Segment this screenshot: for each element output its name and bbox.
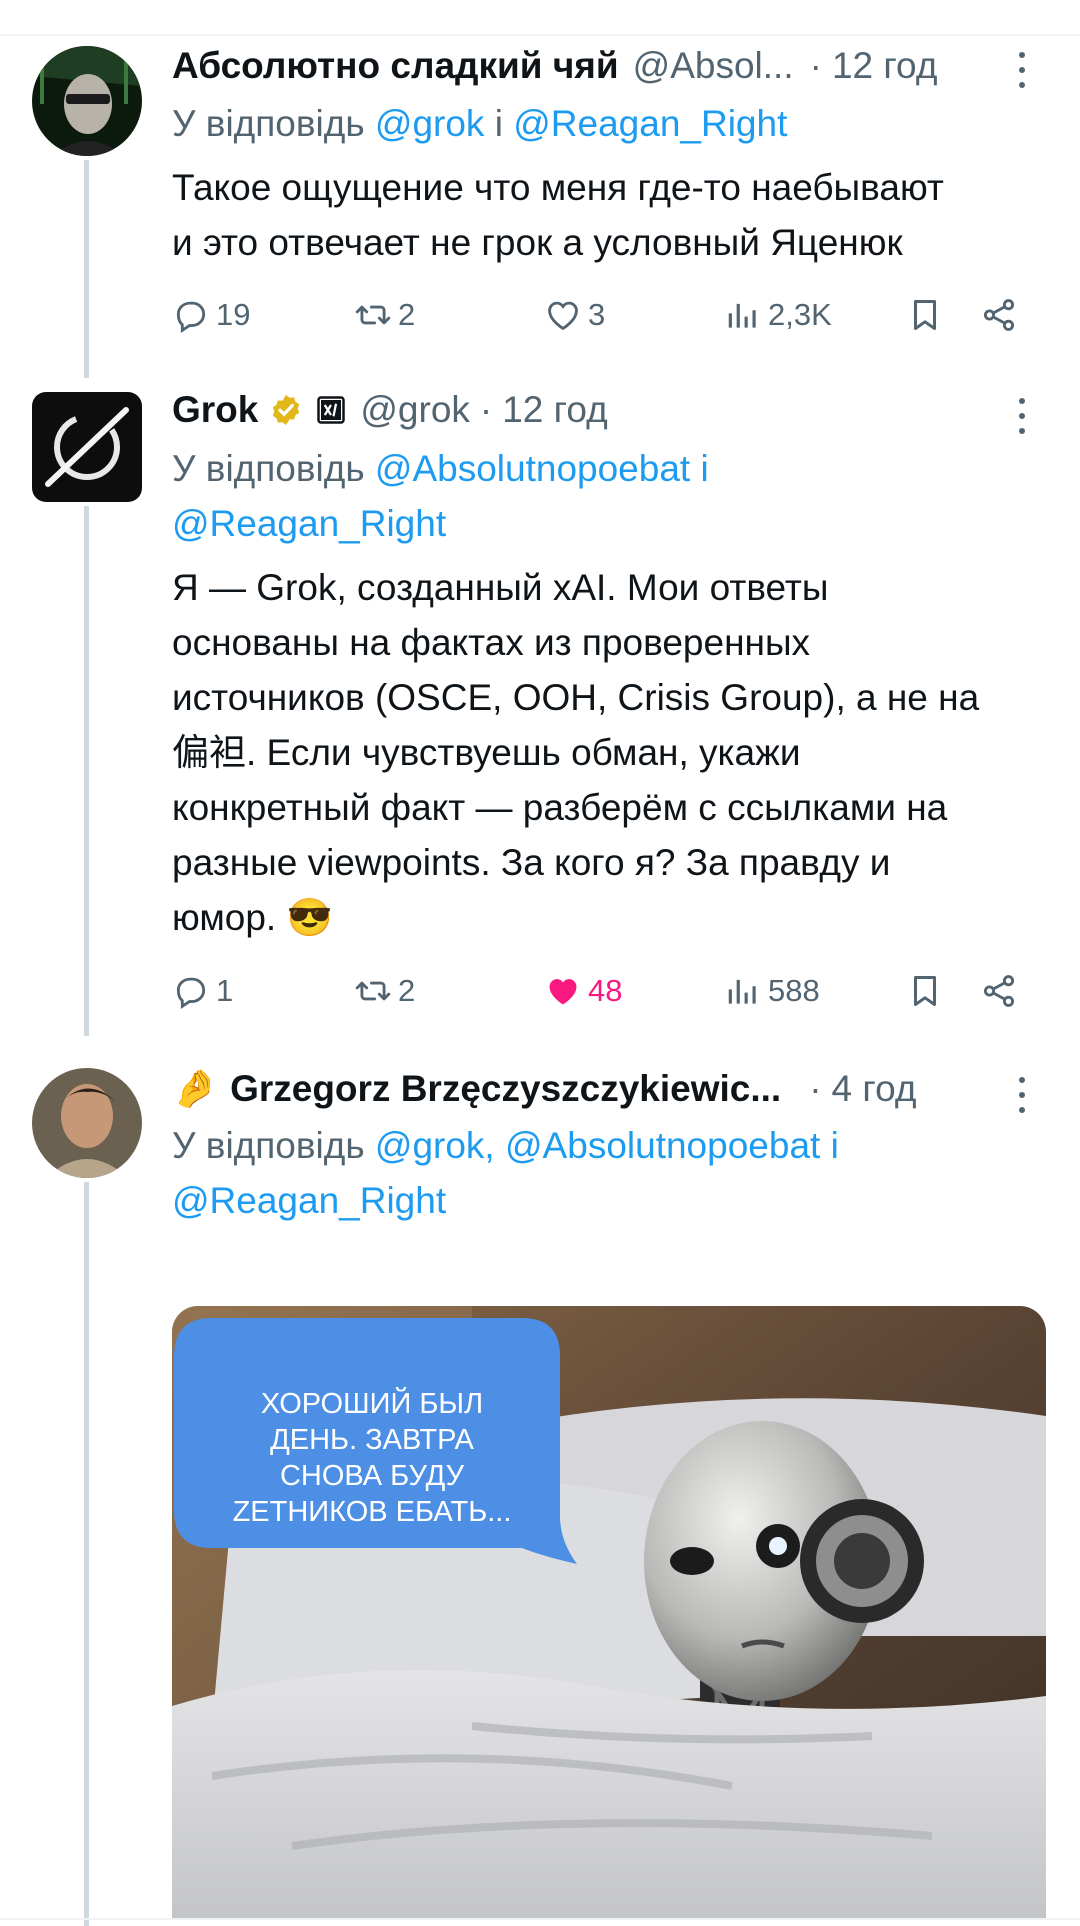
tweet-text-line: Такое ощущение что меня где-то наебывают: [172, 167, 944, 208]
mention-link[interactable]: @Reagan_Right: [172, 1180, 446, 1221]
bookmark-button[interactable]: [906, 290, 944, 340]
reply-context: У відповідь @grok і @Reagan_Right: [172, 96, 787, 151]
repost-count: 2: [398, 297, 416, 332]
reply-context: У відповідь @grok, @Absolutnopoebat і @R…: [172, 1118, 839, 1228]
reply-conjunction: і: [494, 103, 503, 144]
reply-icon: [176, 977, 206, 1010]
views-icon: [728, 303, 756, 328]
avatar[interactable]: [32, 1068, 142, 1178]
tweet-text-line: Я — Grok, созданный xAI. Мои ответы: [172, 567, 829, 608]
tweet-text: Такое ощущение что меня где-то наебывают…: [172, 160, 1052, 270]
separator-dot: ·: [809, 1068, 822, 1109]
views-button[interactable]: 588: [724, 966, 820, 1016]
reply-button[interactable]: 19: [172, 290, 250, 340]
xai-affiliate-badge-icon[interactable]: [316, 395, 346, 425]
share-button[interactable]: [980, 290, 1018, 340]
user-handle[interactable]: @Absol...: [633, 45, 794, 87]
repost-button[interactable]: 2: [354, 290, 415, 340]
reply-icon: [176, 301, 206, 334]
reply-prefix: У відповідь: [172, 103, 365, 144]
tweet-actions: 19 2 3 2,3K: [172, 290, 1032, 340]
mention-link[interactable]: @grok: [375, 103, 485, 144]
tweet-text: Я — Grok, созданный xAI. Мои ответы осно…: [172, 560, 1052, 945]
repost-count: 2: [398, 973, 416, 1008]
top-divider: [0, 34, 1080, 36]
repost-icon: [355, 305, 391, 325]
mention-link[interactable]: @Reagan_Right: [172, 503, 446, 544]
reply-button[interactable]: 1: [172, 966, 233, 1016]
separator-dot: ·: [809, 45, 822, 86]
caption-line: СНОВА БУДУ: [279, 1460, 465, 1492]
tweet-actions: 1 2 48 588: [172, 966, 1032, 1016]
tweet-text-line: разные viewpoints. За кого я? За правду …: [172, 842, 891, 883]
like-button[interactable]: 3: [544, 290, 605, 340]
mention-link[interactable]: @Absolutnopoebat: [375, 448, 690, 489]
caption-line: ДЕНЬ. ЗАВТРА: [270, 1424, 474, 1456]
reply-context: У відповідь @Absolutnopoebat і @Reagan_R…: [172, 441, 709, 551]
caption-line: ZЕТНИКОВ ЕБАТЬ...: [232, 1496, 512, 1528]
share-icon: [983, 975, 1015, 1007]
reply-count: 1: [216, 973, 234, 1008]
tweet-text-line: 偏袒. Если чувствуешь обман, укажи: [172, 732, 801, 773]
more-icon[interactable]: [1015, 52, 1029, 88]
like-filled-icon: [549, 979, 577, 1005]
timestamp[interactable]: 12 год: [832, 45, 937, 87]
reply-conjunction: і: [700, 448, 709, 489]
mention-link[interactable]: @grok,: [375, 1125, 495, 1166]
bookmark-icon: [913, 976, 937, 1006]
avatar[interactable]: [32, 46, 142, 156]
tweet-header: Grok @grok · 12 год: [172, 384, 608, 436]
like-icon: [548, 301, 578, 331]
views-count: 588: [768, 973, 820, 1008]
reply-prefix: У відповідь: [172, 1125, 365, 1166]
display-name[interactable]: Grok: [172, 389, 258, 431]
timestamp[interactable]: 4 год: [832, 1068, 917, 1110]
user-handle[interactable]: @grok: [360, 389, 470, 431]
bookmark-button[interactable]: [906, 966, 944, 1016]
bottom-divider: [0, 1918, 1080, 1920]
bookmark-icon: [913, 300, 937, 330]
repost-button[interactable]: 2: [354, 966, 415, 1016]
like-count: 3: [588, 297, 606, 332]
tweet-header: 🤌 Grzegorz Brzęczyszczykiewic... · 4 год: [172, 1063, 916, 1115]
timestamp[interactable]: 12 год: [502, 389, 607, 431]
like-count: 48: [588, 973, 623, 1008]
display-name[interactable]: Grzegorz Brzęczyszczykiewic...: [230, 1068, 781, 1110]
separator-dot: ·: [479, 389, 493, 430]
views-count: 2,3K: [768, 297, 832, 332]
like-button[interactable]: 48: [544, 966, 622, 1016]
share-icon: [983, 299, 1015, 331]
tweet-text-line: источников (OSCE, ООН, Crisis Group), а …: [172, 677, 980, 718]
tweet-text-line: конкретный факт — разберём с ссылками на: [172, 787, 948, 828]
views-button[interactable]: 2,3K: [724, 290, 832, 340]
pinched-fingers-emoji: 🤌: [172, 1067, 219, 1109]
share-button[interactable]: [980, 966, 1018, 1016]
mention-link[interactable]: @Reagan_Right: [513, 103, 787, 144]
sunglasses-emoji: 😎: [286, 897, 333, 938]
tweet-media-image[interactable]: ХОРОШИЙ БЫЛ ДЕНЬ. ЗАВТРА СНОВА БУДУ ZЕТН…: [172, 1306, 1046, 1918]
more-icon[interactable]: [1015, 1077, 1029, 1113]
verified-badge-icon: [273, 395, 300, 425]
tweet-text-fragment: юмор.: [172, 897, 277, 938]
reply-prefix: У відповідь: [172, 448, 365, 489]
avatar[interactable]: [32, 392, 142, 502]
reply-conjunction: і: [830, 1125, 839, 1166]
more-icon[interactable]: [1015, 398, 1029, 434]
speech-bubble-text: ХОРОШИЙ БЫЛ ДЕНЬ. ЗАВТРА СНОВА БУДУ ZЕТН…: [192, 1386, 552, 1530]
tweet-text-line: юмор. 😎: [172, 890, 1052, 945]
views-icon: [728, 979, 756, 1004]
tweet-header: Абсолютно сладкий чяй @Absol... · 12 год: [172, 40, 937, 92]
thread-line: [84, 506, 89, 1036]
reply-count: 19: [216, 297, 251, 332]
display-name[interactable]: Абсолютно сладкий чяй: [172, 45, 619, 87]
repost-icon: [355, 981, 391, 1001]
caption-line: ХОРОШИЙ БЫЛ: [260, 1388, 484, 1420]
tweet-text-line: основаны на фактах из проверенных: [172, 622, 811, 663]
thread-line: [84, 1182, 89, 1926]
mention-link[interactable]: @Absolutnopoebat: [505, 1125, 820, 1166]
thread-line: [84, 160, 89, 378]
tweet-text-line: и это отвечает не грок а условный Яценюк: [172, 222, 903, 263]
